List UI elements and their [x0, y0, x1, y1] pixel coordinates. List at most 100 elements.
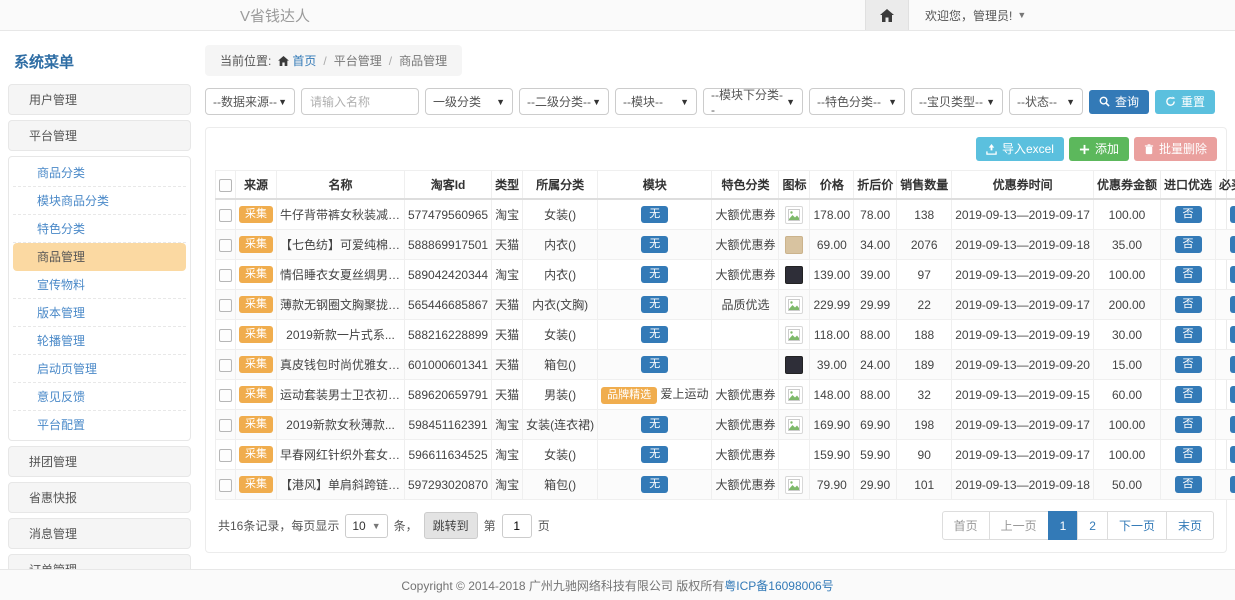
module-badge[interactable]: 无	[641, 446, 668, 463]
sidebar-group[interactable]: 省惠快报	[8, 482, 191, 513]
import-select-toggle[interactable]: 否	[1175, 206, 1202, 223]
breadcrumb-home-link[interactable]: 首页	[278, 52, 316, 69]
row-checkbox[interactable]	[219, 209, 232, 222]
page-button[interactable]: 首页	[942, 511, 990, 540]
module-badge[interactable]: 无	[641, 476, 668, 493]
sidebar-item[interactable]: 意见反馈	[13, 383, 186, 411]
sidebar-group[interactable]: 订单管理	[8, 554, 191, 570]
row-checkbox[interactable]	[219, 359, 232, 372]
filter-select[interactable]: 一级分类▼	[425, 88, 513, 115]
filter-select[interactable]: --状态--▼	[1009, 88, 1083, 115]
sidebar-group[interactable]: 拼团管理	[8, 446, 191, 477]
sidebar-group[interactable]: 消息管理	[8, 518, 191, 549]
sidebar-item[interactable]: 启动页管理	[13, 355, 186, 383]
jump-suffix: 页	[538, 517, 550, 534]
import-select-toggle[interactable]: 否	[1175, 476, 1202, 493]
import-select-toggle[interactable]: 否	[1175, 446, 1202, 463]
must-buy-toggle[interactable]: 否	[1230, 386, 1235, 403]
page-button[interactable]: 2	[1077, 511, 1108, 540]
page-button[interactable]: 下一页	[1107, 511, 1167, 540]
coupon-amount-cell: 50.00	[1093, 470, 1160, 500]
search-button[interactable]: 查询	[1089, 90, 1149, 114]
jump-page-input[interactable]	[502, 514, 532, 538]
must-buy-toggle[interactable]: 否	[1230, 236, 1235, 253]
row-checkbox[interactable]	[219, 299, 232, 312]
product-type: 淘宝	[492, 410, 523, 440]
sidebar-item[interactable]: 模块商品分类	[13, 187, 186, 215]
import-select-toggle[interactable]: 否	[1175, 326, 1202, 343]
sidebar-heading: 系统菜单	[8, 45, 191, 84]
icp-link[interactable]: 粤ICP备16098006号	[724, 577, 833, 594]
user-menu[interactable]: 欢迎您，管理员! ▼	[909, 0, 1042, 30]
sidebar-item[interactable]: 特色分类	[13, 215, 186, 243]
feature-category: 大额优惠券	[712, 470, 779, 500]
must-buy-toggle[interactable]: 否	[1230, 326, 1235, 343]
filter-select-value: --状态--	[1017, 93, 1057, 110]
module-badge[interactable]: 无	[641, 356, 668, 373]
chevron-down-icon: ▼	[278, 97, 287, 107]
sidebar-group[interactable]: 用户管理	[8, 84, 191, 115]
row-checkbox[interactable]	[219, 449, 232, 462]
row-checkbox[interactable]	[219, 239, 232, 252]
select-all-checkbox[interactable]	[219, 179, 232, 192]
table-row: 采集【七色纺】可爱纯棉家...588869917501天猫内衣()无大额优惠券6…	[216, 230, 1235, 260]
module-badge[interactable]: 无	[641, 206, 668, 223]
coupon-time-cell: 2019-09-13—2019-09-17	[952, 410, 1094, 440]
import-select-toggle[interactable]: 否	[1175, 386, 1202, 403]
page-button[interactable]: 上一页	[989, 511, 1049, 540]
row-checkbox-cell	[216, 230, 236, 260]
must-buy-toggle[interactable]: 否	[1230, 416, 1235, 433]
filter-select[interactable]: --模块下分类--▼	[703, 88, 803, 115]
page-size-select[interactable]: 10 ▼	[345, 514, 387, 538]
row-checkbox[interactable]	[219, 389, 232, 402]
sidebar-item[interactable]: 平台配置	[13, 411, 186, 438]
row-checkbox[interactable]	[219, 419, 232, 432]
home-button[interactable]	[865, 0, 909, 30]
sidebar-group[interactable]: 平台管理	[8, 120, 191, 151]
must-buy-toggle[interactable]: 否	[1230, 206, 1235, 223]
import-select-toggle[interactable]: 否	[1175, 416, 1202, 433]
module-badge[interactable]: 无	[641, 416, 668, 433]
import-select-toggle[interactable]: 否	[1175, 266, 1202, 283]
add-button[interactable]: 添加	[1069, 137, 1129, 161]
must-buy-toggle[interactable]: 否	[1230, 266, 1235, 283]
jump-button[interactable]: 跳转到	[424, 512, 478, 539]
filter-select[interactable]: --特色分类--▼	[809, 88, 905, 115]
sidebar-item[interactable]: 商品分类	[13, 159, 186, 187]
module-badge[interactable]: 品牌精选	[601, 387, 657, 404]
column-header: 淘客Id	[405, 171, 492, 200]
reset-button[interactable]: 重置	[1155, 90, 1215, 114]
page-button[interactable]: 1	[1048, 511, 1079, 540]
chevron-down-icon: ▼	[592, 97, 601, 107]
price-cell: 148.00	[810, 380, 854, 410]
sidebar-item[interactable]: 版本管理	[13, 299, 186, 327]
must-buy-toggle[interactable]: 否	[1230, 446, 1235, 463]
filter-select[interactable]: --宝贝类型--▼	[911, 88, 1003, 115]
import-select-toggle[interactable]: 否	[1175, 356, 1202, 373]
sidebar-item[interactable]: 轮播管理	[13, 327, 186, 355]
page-button[interactable]: 末页	[1166, 511, 1214, 540]
must-buy-toggle[interactable]: 否	[1230, 296, 1235, 313]
import-select-toggle[interactable]: 否	[1175, 236, 1202, 253]
discount-price-cell: 34.00	[854, 230, 897, 260]
name-search-input[interactable]	[301, 88, 419, 115]
module-badge[interactable]: 无	[641, 266, 668, 283]
import-excel-button[interactable]: 导入excel	[976, 137, 1064, 161]
sidebar-item[interactable]: 宣传物料	[13, 271, 186, 299]
feature-category: 大额优惠券	[712, 380, 779, 410]
module-badge[interactable]: 无	[641, 236, 668, 253]
row-checkbox[interactable]	[219, 329, 232, 342]
row-checkbox[interactable]	[219, 269, 232, 282]
module-badge[interactable]: 无	[641, 296, 668, 313]
must-buy-toggle[interactable]: 否	[1230, 476, 1235, 493]
batch-delete-button[interactable]: 批量删除	[1134, 137, 1217, 161]
row-checkbox[interactable]	[219, 479, 232, 492]
module-badge[interactable]: 无	[641, 326, 668, 343]
filter-select[interactable]: --二级分类--▼	[519, 88, 609, 115]
filter-select[interactable]: --模块--▼	[615, 88, 697, 115]
import-select-toggle[interactable]: 否	[1175, 296, 1202, 313]
must-buy-toggle[interactable]: 否	[1230, 356, 1235, 373]
broken-image-icon	[785, 296, 803, 314]
sidebar-item[interactable]: 商品管理	[13, 243, 186, 271]
filter-select[interactable]: --数据来源--▼	[205, 88, 295, 115]
